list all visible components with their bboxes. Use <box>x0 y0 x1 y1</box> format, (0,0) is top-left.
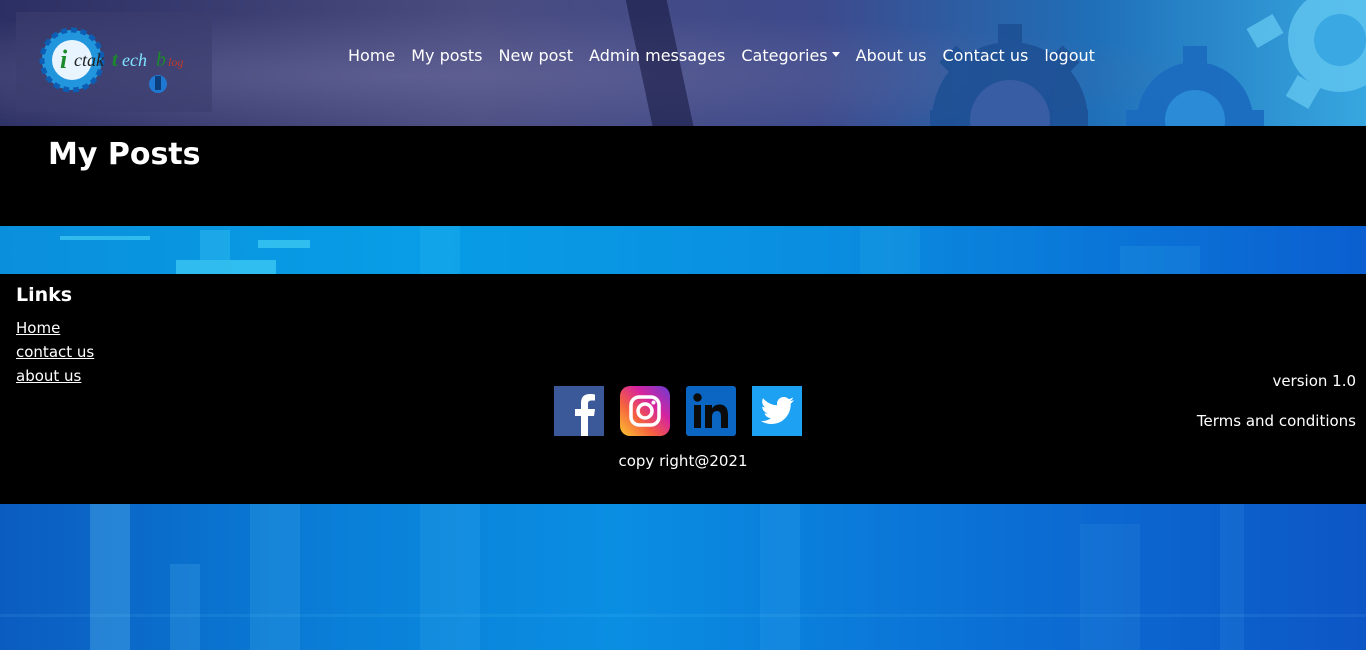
nav-home[interactable]: Home <box>342 44 401 68</box>
nav-about-us[interactable]: About us <box>850 44 933 68</box>
caret-down-icon <box>831 52 840 57</box>
logo-icon: i ctak t ech b log <box>39 27 183 93</box>
site-header: i ctak t ech b log Home My posts New pos… <box>0 0 1366 126</box>
site-logo[interactable]: i ctak t ech b log <box>16 12 212 112</box>
footer-link-about-us[interactable]: about us <box>16 364 94 388</box>
svg-text:log: log <box>168 55 183 69</box>
nav-new-post[interactable]: New post <box>493 44 580 68</box>
twitter-icon[interactable] <box>752 386 802 436</box>
svg-text:ctak: ctak <box>74 50 105 70</box>
main-nav: Home My posts New post Admin messages Ca… <box>342 44 1105 68</box>
nav-categories-dropdown[interactable]: Categories <box>735 44 845 68</box>
nav-logout[interactable]: logout <box>1038 44 1101 68</box>
svg-text:i: i <box>60 45 68 74</box>
copyright-text: copy right@2021 <box>618 452 748 470</box>
nav-contact-us[interactable]: Contact us <box>937 44 1035 68</box>
gear-decoration-icon <box>1246 0 1366 109</box>
svg-text:ech: ech <box>122 50 147 70</box>
linkedin-icon[interactable] <box>686 386 736 436</box>
title-band: My Posts <box>0 126 1366 226</box>
version-text: version 1.0 <box>1272 372 1356 390</box>
svg-text:b: b <box>156 49 166 71</box>
terms-link[interactable]: Terms and conditions <box>1197 411 1356 431</box>
social-links <box>554 386 802 436</box>
page-background <box>0 504 1366 650</box>
facebook-icon[interactable] <box>554 386 604 436</box>
gear-decoration-icon <box>930 24 1088 126</box>
site-footer: Links Home contact us about us copy righ… <box>0 274 1366 504</box>
links-heading: Links <box>16 284 73 306</box>
page-title: My Posts <box>48 137 201 172</box>
instagram-icon[interactable] <box>620 386 670 436</box>
decorative-banner <box>0 226 1366 274</box>
svg-text:t: t <box>112 49 119 71</box>
nav-categories-label: Categories <box>741 46 828 65</box>
footer-link-home[interactable]: Home <box>16 316 94 340</box>
nav-my-posts[interactable]: My posts <box>405 44 488 68</box>
footer-links: Home contact us about us <box>16 316 94 388</box>
nav-admin-messages[interactable]: Admin messages <box>583 44 731 68</box>
footer-link-contact-us[interactable]: contact us <box>16 340 94 364</box>
